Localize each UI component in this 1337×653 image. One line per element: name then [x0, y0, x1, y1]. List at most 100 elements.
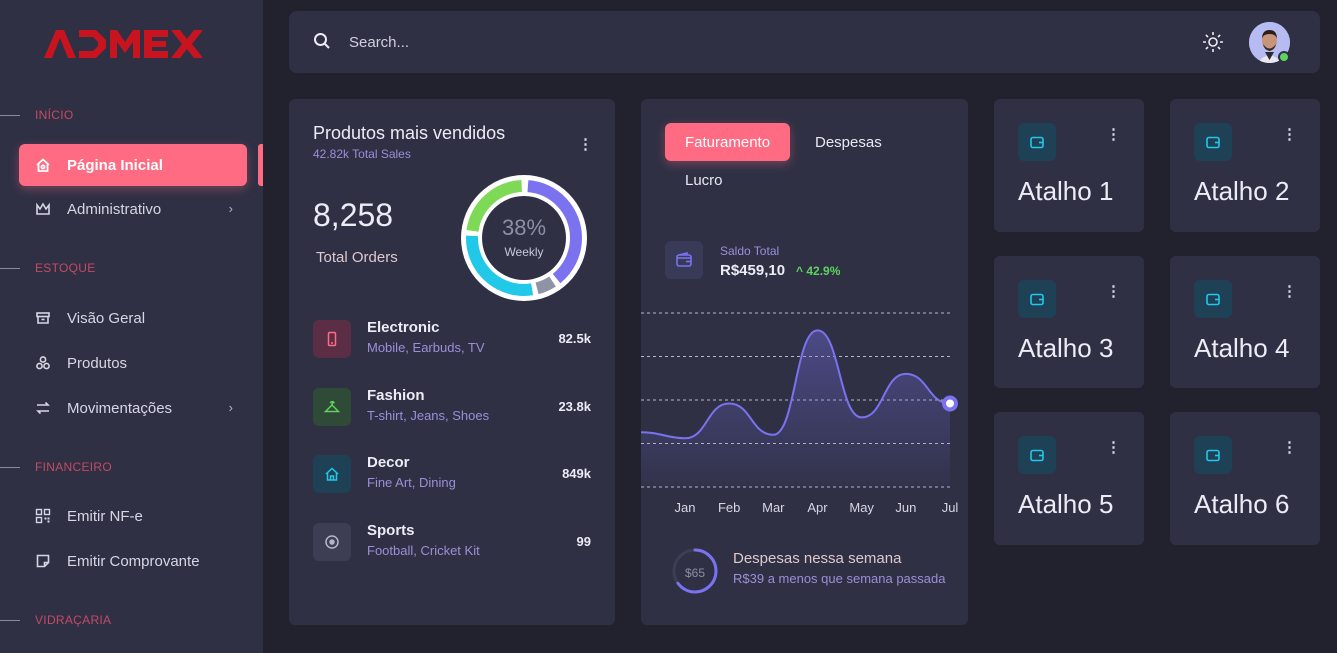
x-tick-label: Jul [942, 500, 959, 515]
more-options-icon[interactable]: ⋮ [1106, 284, 1121, 299]
sidebar-item-label: Administrativo [67, 200, 162, 218]
product-value: 849k [562, 466, 591, 481]
qrcode-icon [34, 507, 52, 525]
product-row-decor[interactable]: Decor Fine Art, Dining 849k [313, 454, 591, 494]
product-description: Mobile, Earbuds, TV [367, 340, 485, 355]
mobile-icon [313, 320, 351, 358]
sidebar-item-label: Produtos [67, 354, 128, 372]
donut-percent: 38% [501, 215, 547, 240]
sidebar-item-emitir-comprovante[interactable]: Emitir Comprovante [19, 540, 247, 582]
active-item-marker [258, 144, 263, 186]
home-icon [34, 156, 52, 174]
online-status-dot [1278, 51, 1290, 63]
shortcut-label: Atalho 6 [1194, 489, 1290, 519]
shortcut-card-1[interactable]: ⋮ Atalho 1 [994, 99, 1144, 232]
more-options-icon[interactable]: ⋮ [578, 137, 593, 152]
product-row-fashion[interactable]: Fashion T-shirt, Jeans, Shoes 23.8k [313, 387, 591, 427]
shortcut-card-2[interactable]: ⋮ Atalho 2 [1170, 99, 1320, 232]
revenue-card: Faturamento Despesas Lucro Saldo Total R… [640, 99, 968, 625]
sidebar-section-vidracaria: VIDRAÇARIA [0, 613, 111, 627]
sidebar-item-visao-geral[interactable]: Visão Geral [19, 297, 247, 339]
sidebar-item-pagina-inicial[interactable]: Página Inicial [19, 144, 247, 186]
tab-faturamento[interactable]: Faturamento [665, 123, 791, 161]
shortcut-card-6[interactable]: ⋮ Atalho 6 [1170, 412, 1320, 545]
sidebar-item-produtos[interactable]: Produtos [19, 342, 247, 384]
chevron-right-icon: › [228, 201, 233, 216]
x-tick-label: May [849, 500, 874, 515]
more-options-icon[interactable]: ⋮ [1106, 127, 1121, 142]
crown-icon [34, 200, 52, 218]
tab-despesas[interactable]: Despesas [795, 123, 902, 161]
more-options-icon[interactable]: ⋮ [1282, 284, 1297, 299]
transfer-icon [34, 399, 52, 417]
product-name: Fashion [367, 387, 425, 404]
sidebar-section-estoque: ESTOQUE [0, 261, 96, 275]
shortcut-card-3[interactable]: ⋮ Atalho 3 [994, 256, 1144, 388]
product-row-electronic[interactable]: Electronic Mobile, Earbuds, TV 82.5k [313, 319, 591, 359]
more-options-icon[interactable]: ⋮ [1106, 440, 1121, 455]
expense-amount: $65 [684, 566, 706, 580]
best-sellers-card: Produtos mais vendidos 42.82k Total Sale… [289, 99, 615, 625]
sidebar-item-movimentacoes[interactable]: Movimentações › [19, 387, 247, 429]
saldo-label: Saldo Total [720, 244, 780, 258]
search-input[interactable] [349, 29, 949, 55]
x-tick-label: Feb [718, 500, 740, 515]
more-options-icon[interactable]: ⋮ [1282, 440, 1297, 455]
card-subtitle: 42.82k Total Sales [313, 147, 411, 161]
chart-end-point [942, 395, 958, 412]
sidebar-item-emitir-nfe[interactable]: Emitir NF-e [19, 495, 247, 537]
wallet-icon [1194, 436, 1232, 474]
total-orders-label: Total Orders [316, 249, 398, 266]
x-tick-label: Jan [675, 500, 696, 515]
wallet-icon [1194, 280, 1232, 318]
wallet-icon [1194, 123, 1232, 161]
chart-area [641, 330, 950, 487]
archive-icon [34, 309, 52, 327]
saldo-value: R$459,10 [720, 262, 786, 279]
wallet-icon [1018, 123, 1056, 161]
wallet-icon [1018, 280, 1056, 318]
sidebar-item-administrativo[interactable]: Administrativo › [19, 188, 247, 230]
sidebar-item-label: Visão Geral [67, 309, 146, 327]
tab-lucro[interactable]: Lucro [665, 161, 743, 199]
sidebar-item-label: Movimentações [67, 399, 173, 417]
wallet-icon [665, 241, 703, 279]
product-description: Fine Art, Dining [367, 475, 456, 490]
chevron-right-icon: › [228, 400, 233, 415]
wallet-icon [1018, 436, 1056, 474]
product-description: Football, Cricket Kit [367, 543, 480, 558]
shortcut-card-4[interactable]: ⋮ Atalho 4 [1170, 256, 1320, 388]
shortcut-label: Atalho 1 [1018, 176, 1114, 206]
hanger-icon [313, 388, 351, 426]
x-tick-label: Jun [895, 500, 916, 515]
product-row-sports[interactable]: Sports Football, Cricket Kit 99 [313, 522, 591, 562]
product-name: Decor [367, 454, 410, 471]
shortcut-card-5[interactable]: ⋮ Atalho 5 [994, 412, 1144, 545]
sticky-note-icon [34, 552, 52, 570]
x-tick-label: Mar [762, 500, 785, 515]
theme-toggle-sun-icon[interactable] [1201, 30, 1225, 59]
donut-label: Weekly [504, 245, 544, 259]
more-options-icon[interactable]: ⋮ [1282, 127, 1297, 142]
brand-logo[interactable] [44, 28, 204, 65]
top-bar [289, 11, 1320, 73]
revenue-chart: Jan Feb Mar Apr May Jun Jul [640, 299, 968, 534]
sidebar-item-label: Emitir Comprovante [67, 552, 200, 570]
expense-subtitle: R$39 a menos que semana passada [733, 571, 946, 586]
boxes-icon [34, 354, 52, 372]
product-value: 23.8k [558, 399, 591, 414]
shortcut-label: Atalho 5 [1018, 489, 1114, 519]
sidebar-section-financeiro: FINANCEIRO [0, 460, 112, 474]
product-name: Sports [367, 522, 415, 539]
revenue-chart-svg: Jan Feb Mar Apr May Jun Jul [640, 312, 959, 515]
product-value: 99 [576, 534, 591, 549]
product-name: Electronic [367, 319, 440, 336]
arrow-up-icon: ^ [796, 264, 804, 278]
total-orders-value: 8,258 [313, 197, 394, 233]
sidebar: INÍCIO Página Inicial Administrativo › E… [0, 0, 263, 653]
product-description: T-shirt, Jeans, Shoes [367, 408, 490, 423]
x-tick-label: Apr [807, 500, 828, 515]
search-icon[interactable] [313, 32, 331, 55]
product-value: 82.5k [558, 331, 591, 346]
sidebar-item-label: Emitir NF-e [67, 507, 143, 525]
